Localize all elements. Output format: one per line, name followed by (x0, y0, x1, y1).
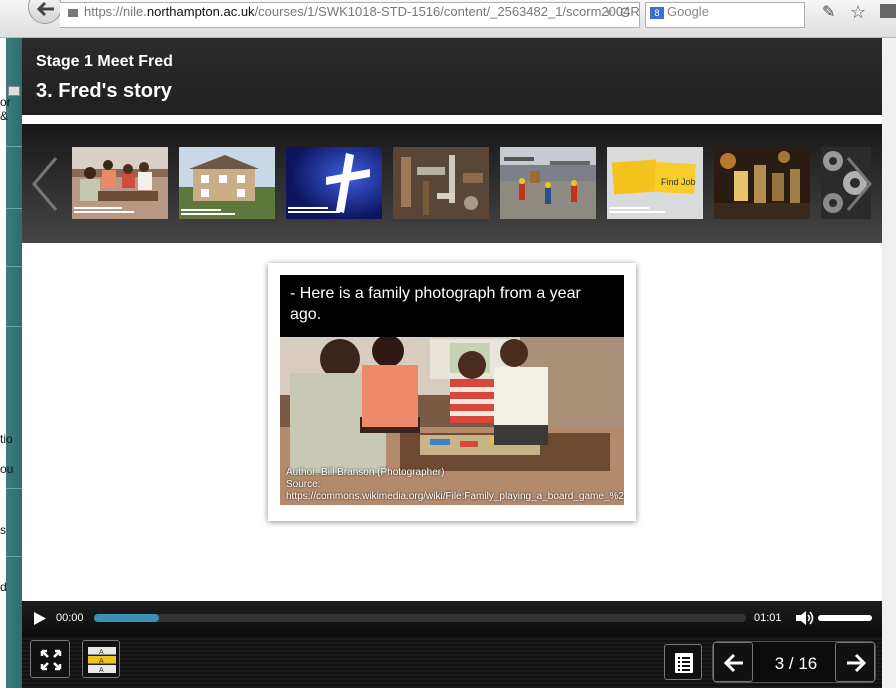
side-fragment[interactable]: d (0, 580, 22, 594)
url-dropdown-icon[interactable]: ▼ (604, 8, 614, 19)
svg-text:A: A (99, 658, 104, 665)
divider (6, 266, 22, 267)
divider (6, 488, 22, 489)
arrow-right-icon (847, 653, 867, 673)
divider (6, 556, 22, 557)
construction-site-thumbnail[interactable] (500, 147, 596, 219)
side-fragment[interactable]: tio (0, 432, 22, 446)
cross-thumbnail[interactable] (286, 147, 382, 219)
side-fragment[interactable]: & (0, 109, 22, 123)
find-job-text: Find Job (661, 177, 696, 187)
google-icon: 8 (650, 6, 664, 19)
credit-author: Author: Bill Branson (Photographer) (286, 467, 445, 478)
next-slide-button[interactable] (835, 642, 875, 682)
url-prefix: https://nile. (84, 4, 147, 19)
find-job-thumbnail[interactable]: Find Job (607, 147, 703, 219)
arrow-left-icon (37, 2, 54, 16)
image-filmstrip: Find Job (22, 124, 882, 243)
svg-text:A: A (99, 667, 104, 674)
page-indicator: 3 / 16 (774, 654, 818, 673)
screen: https://nile.northampton.ac.uk/courses/1… (0, 0, 896, 688)
browser-toolbar: https://nile.northampton.ac.uk/courses/1… (0, 0, 896, 38)
chevron-right-icon[interactable] (844, 154, 874, 214)
menu-list-icon (675, 653, 693, 673)
star-icon[interactable]: ☆ (850, 2, 866, 23)
current-time: 00:00 (56, 612, 84, 624)
pen-icon[interactable]: ✎ (822, 2, 835, 22)
fullscreen-button[interactable] (30, 640, 70, 678)
photo-card: - Here is a family photograph from a yea… (268, 263, 636, 521)
family-photo-thumb-image (72, 147, 168, 219)
side-fragment[interactable]: ou (0, 462, 22, 476)
family-photo: Author: Bill Branson (Photographer) Sour… (280, 337, 624, 505)
page-title: 3. Fred's story (36, 80, 172, 102)
volume-icon[interactable] (796, 610, 814, 626)
search-placeholder: Google (667, 4, 709, 19)
divider (6, 326, 22, 327)
divider (6, 146, 22, 147)
captions-icon: A A A (88, 647, 116, 674)
slide-navigation: 3 / 16 (712, 641, 876, 683)
play-icon[interactable] (34, 612, 46, 625)
address-bar[interactable]: https://nile.northampton.ac.uk/courses/1… (60, 2, 640, 28)
slide-content: - Here is a family photograph from a yea… (22, 243, 882, 601)
house-thumbnail[interactable] (179, 147, 275, 219)
url-domain: northampton.ac.uk (146, 4, 255, 19)
construction-thumb-image (500, 147, 596, 219)
drinks-thumbnail[interactable] (714, 147, 810, 219)
menu-button[interactable] (664, 644, 702, 680)
tools-thumbnail[interactable] (393, 147, 489, 219)
side-fragment[interactable]: or (0, 95, 22, 109)
drinks-thumb-image (714, 147, 810, 219)
back-button[interactable] (28, 0, 62, 24)
media-seekbar: 00:00 01:01 (22, 601, 882, 636)
cross-thumb-image (286, 147, 382, 219)
course-player: Stage 1 Meet Fred 3. Fred's story Find J… (22, 38, 882, 688)
photo-credit: Author: Bill Branson (Photographer) Sour… (286, 467, 624, 503)
chevron-left-icon[interactable] (30, 154, 60, 214)
url-path: /courses/1/SWK1018-STD-1516/content/_256… (254, 4, 640, 19)
volume-slider[interactable] (818, 615, 872, 621)
svg-text:A: A (99, 649, 104, 656)
family-photo-thumbnail[interactable] (72, 147, 168, 219)
slide-header: Stage 1 Meet Fred 3. Fred's story (22, 38, 882, 115)
credit-source: Source: https://commons.wikimedia.org/wi… (286, 479, 624, 502)
progress-track[interactable] (94, 614, 746, 622)
tools-thumb-image (393, 147, 489, 219)
total-time: 01:01 (754, 612, 782, 624)
secure-page-icon (68, 8, 78, 17)
volume-fill (818, 615, 872, 621)
extension-icon[interactable] (880, 4, 896, 18)
house-thumb-image (179, 147, 275, 219)
find-job-thumb-image: Find Job (607, 147, 703, 219)
lms-side-panel: or & tio ou s d (0, 38, 22, 688)
arrow-left-icon (723, 653, 743, 673)
stage-title: Stage 1 Meet Fred (36, 53, 173, 70)
fullscreen-icon (40, 649, 62, 671)
progress-fill (94, 614, 160, 622)
divider (6, 208, 22, 209)
captions-button[interactable]: A A A (82, 640, 120, 678)
player-controls: A A A 3 / 16 (22, 636, 882, 688)
previous-slide-button[interactable] (713, 642, 753, 682)
search-input[interactable]: 8 Google (645, 2, 805, 28)
side-fragment[interactable]: s (0, 523, 22, 537)
slide-caption: - Here is a family photograph from a yea… (280, 275, 624, 339)
refresh-icon[interactable]: C (620, 4, 630, 20)
